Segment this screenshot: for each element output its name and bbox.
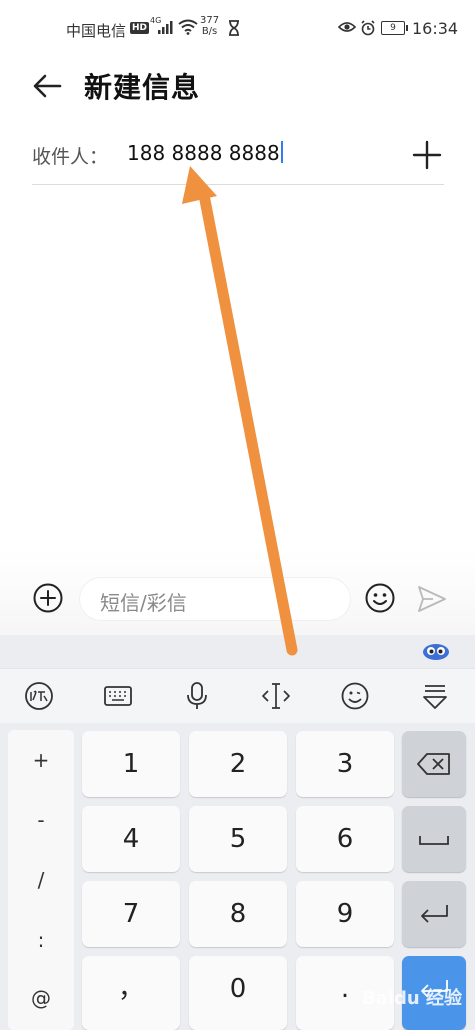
hd-badge: HD [130,22,150,34]
newline-key[interactable] [402,881,466,947]
eye-icon [338,22,356,32]
message-input[interactable]: 短信/彩信 [80,578,350,620]
handwriting-icon[interactable] [22,680,56,712]
key-3[interactable]: 3 [296,731,394,797]
key-at[interactable]: @ [8,986,74,1010]
text-caret [280,141,283,163]
space-icon [419,836,449,845]
keyboard-icon[interactable] [101,680,135,712]
recipient-input[interactable]: 188 8888 8888 [127,141,283,165]
battery-indicator: 9 [381,21,408,35]
alarm-icon [361,20,375,36]
newline-icon [421,905,448,923]
message-placeholder: 短信/彩信 [100,591,187,615]
back-arrow-icon[interactable] [30,68,66,104]
hourglass-icon [229,20,239,36]
backspace-key[interactable] [402,731,466,797]
send-icon[interactable] [416,584,448,614]
backspace-icon [417,753,450,775]
emoji-icon[interactable] [338,680,372,712]
key-1[interactable]: 1 [82,731,180,797]
key-9[interactable]: 9 [296,881,394,947]
status-bar: 中国电信 HD 4G 377 B/s 9 16:34 [0,0,475,60]
key-6[interactable]: 6 [296,806,394,872]
key-2[interactable]: 2 [189,731,287,797]
divider [32,184,444,185]
wifi-icon [178,19,198,35]
keyboard-toolbar [0,668,475,723]
recipient-value: 188 8888 8888 [127,141,280,165]
cursor-icon[interactable] [259,680,293,712]
add-recipient-icon[interactable] [411,139,443,171]
recipient-label: 收件人： [32,146,109,168]
signal-icon [158,21,173,34]
key-minus[interactable]: - [8,808,74,832]
key-7[interactable]: 7 [82,881,180,947]
microphone-icon[interactable] [180,680,214,712]
key-4[interactable]: 4 [82,806,180,872]
key-colon[interactable]: : [8,928,74,952]
carrier-name: 中国电信 [66,22,127,40]
clock: 16:34 [412,19,459,38]
watermark: Baidu 经验 [362,988,463,1009]
attach-plus-icon[interactable] [32,582,64,614]
network-speed: 377 B/s [200,15,220,37]
space-key[interactable] [402,806,466,872]
keyboard-mascot-icon[interactable] [422,641,450,661]
key-8[interactable]: 8 [189,881,287,947]
page-title: 新建信息 [84,71,201,104]
key-0[interactable]: 0 [189,956,287,1030]
collapse-keyboard-icon[interactable] [418,680,452,712]
key-plus[interactable]: + [8,748,74,772]
key-comma[interactable]: ， [82,956,180,1030]
emoji-icon[interactable] [364,582,396,614]
key-5[interactable]: 5 [189,806,287,872]
key-slash[interactable]: / [8,868,74,892]
